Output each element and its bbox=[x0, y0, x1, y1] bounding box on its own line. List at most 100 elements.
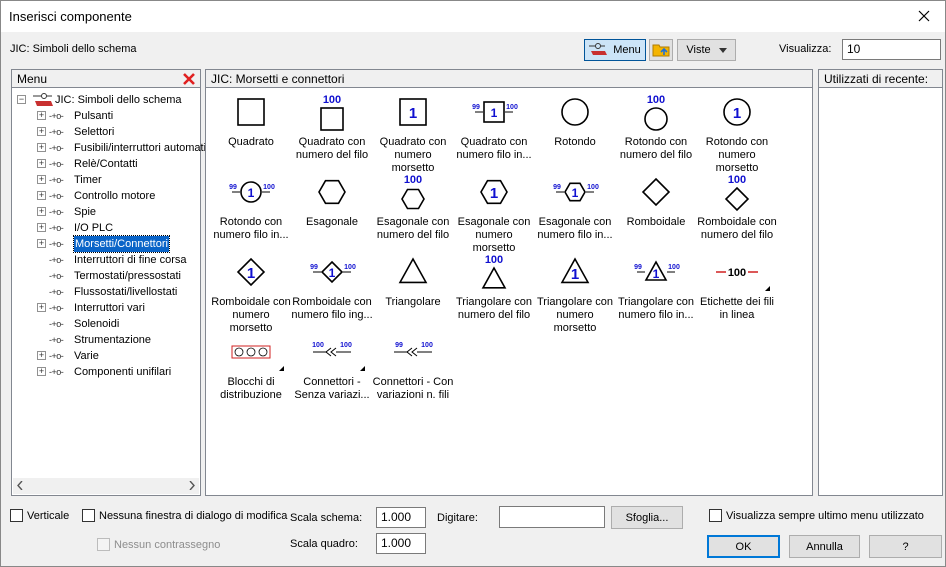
tree-item[interactable]: + -+o- Timer bbox=[17, 172, 200, 188]
contact-icon: -+o- bbox=[49, 223, 64, 233]
tree-item[interactable]: + -+o- Varie bbox=[17, 348, 200, 364]
annulla-button[interactable]: Annulla bbox=[789, 535, 860, 558]
symbol-tile[interactable]: Rotondo bbox=[534, 90, 616, 170]
symbol-tile[interactable]: 99 100 Connettori - Con variazioni n. fili bbox=[372, 330, 454, 410]
tree-item[interactable]: + -+o- Interruttori vari bbox=[17, 300, 200, 316]
symbol-tile[interactable]: 100 Rotondo con numero del filo bbox=[615, 90, 697, 170]
visualizza-label: Visualizza: bbox=[779, 43, 832, 55]
expand-icon[interactable]: + bbox=[37, 207, 46, 216]
expand-icon[interactable]: + bbox=[37, 159, 46, 168]
horizontal-scrollbar[interactable] bbox=[13, 478, 199, 494]
symbol-tile[interactable]: 1 Rotondo con numero morsetto bbox=[696, 90, 778, 174]
tree-item[interactable]: + -+o- Morsetti/Connettori bbox=[17, 235, 200, 253]
svg-text:1: 1 bbox=[329, 266, 336, 280]
symbol-label: Etichette dei fili in linea bbox=[700, 296, 774, 321]
symbol-tile[interactable]: Esagonale bbox=[291, 170, 373, 250]
symbol-tile[interactable]: 100 Romboidale con numero del filo bbox=[696, 170, 778, 250]
tree-item-label: Varie bbox=[74, 350, 99, 362]
menu-panel: Menu − JIC: Simboli dello schema + -+o- Puls… bbox=[11, 69, 214, 496]
visualizza-sempre-checkbox[interactable]: Visualizza sempre ultimo menu utilizzato bbox=[709, 509, 924, 522]
symbol-tile[interactable]: 1 99 100 Rotondo con numero filo in... bbox=[210, 170, 292, 250]
symbol-tile[interactable]: 1 Romboidale con numero morsetto bbox=[210, 250, 292, 334]
scroll-right-icon[interactable] bbox=[189, 480, 195, 493]
svg-text:100: 100 bbox=[312, 342, 324, 349]
symbol-tile[interactable]: 100 Quadrato con numero del filo bbox=[291, 90, 373, 170]
symbol-label: Quadrato bbox=[228, 136, 274, 148]
tree-item-label: Selettori bbox=[74, 126, 115, 138]
expand-icon[interactable]: + bbox=[37, 175, 46, 184]
checkbox-box[interactable] bbox=[10, 509, 23, 522]
expand-icon[interactable]: + bbox=[37, 143, 46, 152]
verticale-checkbox[interactable]: Verticale bbox=[10, 509, 69, 522]
nessuna-finestra-checkbox[interactable]: Nessuna finestra di dialogo di modifica bbox=[82, 509, 287, 522]
viste-dropdown[interactable]: Viste bbox=[677, 39, 736, 61]
checkbox-box[interactable] bbox=[82, 509, 95, 522]
symbol-tile[interactable]: Blocchi di distribuzione bbox=[210, 330, 292, 410]
title-bar: Inserisci componente bbox=[1, 1, 945, 32]
connector-wire-change-icon: 99 100 bbox=[372, 332, 454, 374]
symbol-tile[interactable]: 100 Esagonale con numero del filo bbox=[372, 170, 454, 250]
tree-item[interactable]: − JIC: Simboli dello schema bbox=[17, 92, 200, 108]
symbol-tile[interactable]: 100 Etichette dei fili in linea bbox=[696, 250, 778, 330]
tree-item-label: Timer bbox=[74, 174, 102, 186]
digitare-input[interactable] bbox=[499, 506, 605, 528]
scala-schema-input[interactable]: 1.000 bbox=[376, 507, 426, 528]
symbol-tile[interactable]: Quadrato bbox=[210, 90, 292, 170]
symbol-tile[interactable]: 1 99 100 Esagonale con numero filo in... bbox=[534, 170, 616, 250]
tree-item[interactable]: + -+o- Componenti unifilari bbox=[17, 364, 200, 380]
tree-item[interactable]: + -+o- Selettori bbox=[17, 124, 200, 140]
tree-item-label: Spie bbox=[74, 206, 97, 218]
scala-quadro-input[interactable]: 1.000 bbox=[376, 533, 426, 554]
svg-text:1: 1 bbox=[491, 106, 498, 120]
tree-item-label: Interruttori vari bbox=[74, 302, 145, 314]
expand-icon[interactable]: + bbox=[37, 111, 46, 120]
symbol-tile[interactable]: 100 Triangolare con numero del filo bbox=[453, 250, 535, 330]
tree-item[interactable]: -+o- Interruttori di fine corsa bbox=[17, 252, 200, 268]
tree-item[interactable]: -+o- Termostati/pressostati bbox=[17, 268, 200, 284]
symbol-tile[interactable]: Triangolare bbox=[372, 250, 454, 330]
visualizza-sempre-label: Visualizza sempre ultimo menu utilizzato bbox=[726, 509, 924, 522]
tree-item[interactable]: -+o- Strumentazione bbox=[17, 332, 200, 348]
symbol-tile[interactable]: 1 Esagonale con numero morsetto bbox=[453, 170, 535, 254]
symbol-tile[interactable]: 1 99 100 Quadrato con numero filo in... bbox=[453, 90, 535, 170]
expand-icon[interactable]: + bbox=[37, 191, 46, 200]
tree-item[interactable]: -+o- Solenoidi bbox=[17, 316, 200, 332]
hexagon-wire-number-icon: 100 bbox=[372, 172, 454, 214]
visualizza-input[interactable]: 10 bbox=[842, 39, 941, 60]
expand-icon[interactable]: + bbox=[37, 351, 46, 360]
checkbox-box[interactable] bbox=[709, 509, 722, 522]
tree-item[interactable]: + -+o- Relè/Contatti bbox=[17, 156, 200, 172]
square-terminal-number-icon: 1 bbox=[372, 92, 454, 134]
sfoglia-button[interactable]: Sfoglia... bbox=[611, 506, 683, 529]
delete-x-icon[interactable] bbox=[182, 72, 196, 89]
expand-icon[interactable]: + bbox=[37, 223, 46, 232]
svg-text:100: 100 bbox=[668, 264, 680, 271]
expand-icon[interactable]: + bbox=[37, 303, 46, 312]
close-icon[interactable] bbox=[909, 3, 939, 29]
tree-item[interactable]: + -+o- Spie bbox=[17, 204, 200, 220]
svg-text:100: 100 bbox=[587, 184, 599, 191]
symbol-tile[interactable]: 1 Triangolare con numero morsetto bbox=[534, 250, 616, 334]
scroll-left-icon[interactable] bbox=[17, 480, 23, 493]
tree-item[interactable]: -+o- Flussostati/livellostati bbox=[17, 284, 200, 300]
ok-button[interactable]: OK bbox=[707, 535, 780, 558]
verticale-label: Verticale bbox=[27, 509, 70, 522]
collapse-icon[interactable]: − bbox=[17, 95, 26, 104]
symbol-tile[interactable]: 1 Quadrato con numero morsetto bbox=[372, 90, 454, 174]
symbol-tile[interactable]: Romboidale bbox=[615, 170, 697, 250]
symbol-label: Connettori - Con variazioni n. fili bbox=[372, 376, 454, 401]
symbol-tile[interactable]: 100 100 Connettori - Senza variazi... bbox=[291, 330, 373, 410]
tree-item[interactable]: + -+o- Controllo motore bbox=[17, 188, 200, 204]
expand-icon[interactable]: + bbox=[37, 127, 46, 136]
folder-up-button[interactable] bbox=[649, 39, 673, 61]
tree-item-label: Relè/Contatti bbox=[74, 158, 138, 170]
tree-item[interactable]: + -+o- I/O PLC bbox=[17, 220, 200, 236]
expand-icon[interactable]: + bbox=[37, 367, 46, 376]
tree-item[interactable]: + -+o- Fusibili/interruttori automatici bbox=[17, 140, 214, 156]
menu-button[interactable]: Menu bbox=[584, 39, 646, 61]
symbol-tile[interactable]: 1 99 100 Romboidale con numero filo ing... bbox=[291, 250, 373, 330]
help-button[interactable]: ? bbox=[869, 535, 942, 558]
expand-icon[interactable]: + bbox=[37, 239, 46, 248]
tree-item[interactable]: + -+o- Pulsanti bbox=[17, 108, 200, 124]
symbol-tile[interactable]: 1 99 100 Triangolare con numero filo in... bbox=[615, 250, 697, 330]
